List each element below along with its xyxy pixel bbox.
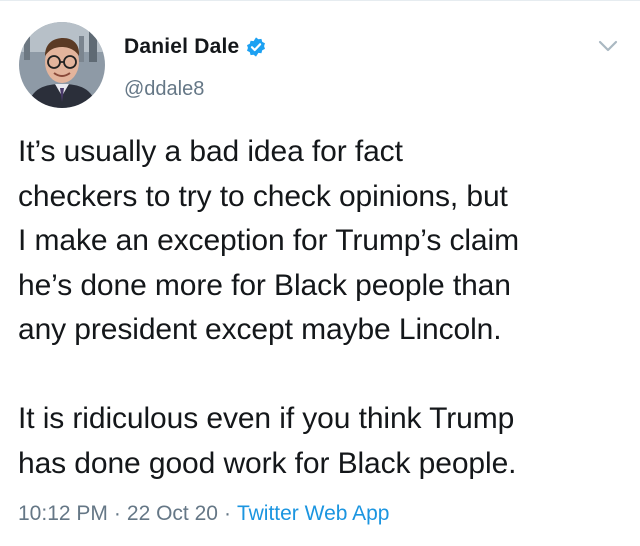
meta-separator: · bbox=[223, 502, 231, 525]
tweet-time[interactable]: 10:12 PM bbox=[18, 502, 108, 526]
chevron-down-icon[interactable] bbox=[597, 38, 619, 54]
tweet-date[interactable]: 22 Oct 20 bbox=[127, 502, 218, 526]
tweet-line: has done good work for Black people. bbox=[18, 446, 517, 480]
tweet-line: checkers to try to check opinions, but bbox=[18, 179, 508, 213]
tweet-line: any president except maybe Lincoln. bbox=[18, 313, 502, 346]
tweet-paragraph: It’s usually a bad idea for fact checker… bbox=[18, 130, 628, 353]
verified-badge-icon bbox=[245, 36, 267, 58]
tweet-paragraph: It is ridiculous even if you think Trump… bbox=[18, 397, 628, 486]
tweet-line: he’s done more for Black people than bbox=[18, 268, 511, 302]
meta-separator: · bbox=[113, 502, 121, 525]
tweet-line: I make an exception for Trump’s claim bbox=[18, 224, 519, 257]
avatar-photo bbox=[19, 22, 105, 108]
author-handle[interactable]: @ddale8 bbox=[124, 78, 204, 101]
tweet-line: It’s usually a bad idea for fact bbox=[18, 135, 403, 168]
tweet-line: It is ridiculous even if you think Trump bbox=[18, 402, 515, 435]
top-divider bbox=[0, 0, 640, 1]
author-display-name[interactable]: Daniel Dale bbox=[124, 35, 239, 59]
tweet-meta: 10:12 PM · 22 Oct 20 · Twitter Web App bbox=[18, 502, 389, 526]
author-name-row[interactable]: Daniel Dale bbox=[124, 34, 267, 60]
tweet-source-link[interactable]: Twitter Web App bbox=[237, 502, 390, 526]
tweet-text: It’s usually a bad idea for fact checker… bbox=[18, 130, 628, 486]
avatar[interactable] bbox=[19, 22, 105, 108]
